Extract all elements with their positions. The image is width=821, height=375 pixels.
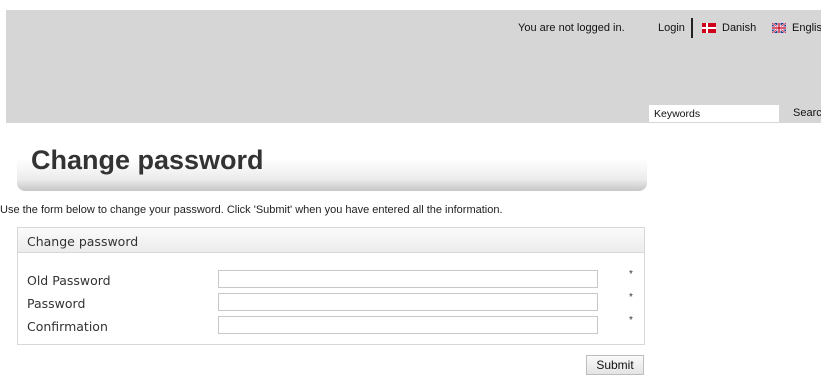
password-field[interactable] [218,293,598,311]
confirmation-label: Confirmation [27,319,108,334]
fieldset-legend: Change password [27,234,139,249]
site-header: You are not logged in. Login Danish Engl… [6,10,821,123]
header-divider [691,18,693,38]
old-password-field[interactable] [218,270,598,288]
language-danish-label: Danish [722,22,757,34]
submit-button[interactable]: Submit [586,355,644,375]
language-english-link[interactable]: English [772,22,821,34]
password-label: Password [27,296,86,311]
search-button[interactable]: Search [793,107,821,119]
password-required-mark: * [629,292,633,303]
fieldset-legend-bar: Change password [18,228,644,253]
login-status-text: You are not logged in. [518,22,625,34]
confirmation-field[interactable] [218,316,598,334]
login-link[interactable]: Login [658,22,685,34]
page-title: Change password [31,145,264,175]
uk-flag-icon [772,23,786,33]
intro-text: Use the form below to change your passwo… [0,204,503,216]
language-danish-link[interactable]: Danish [702,22,756,34]
confirmation-required-mark: * [629,315,633,326]
danish-flag-icon [702,23,716,33]
old-password-label: Old Password [27,273,111,288]
search-input[interactable]: Keywords [649,105,779,122]
old-password-required-mark: * [629,269,633,280]
top-strip [0,0,821,10]
language-english-label: English [792,22,821,34]
